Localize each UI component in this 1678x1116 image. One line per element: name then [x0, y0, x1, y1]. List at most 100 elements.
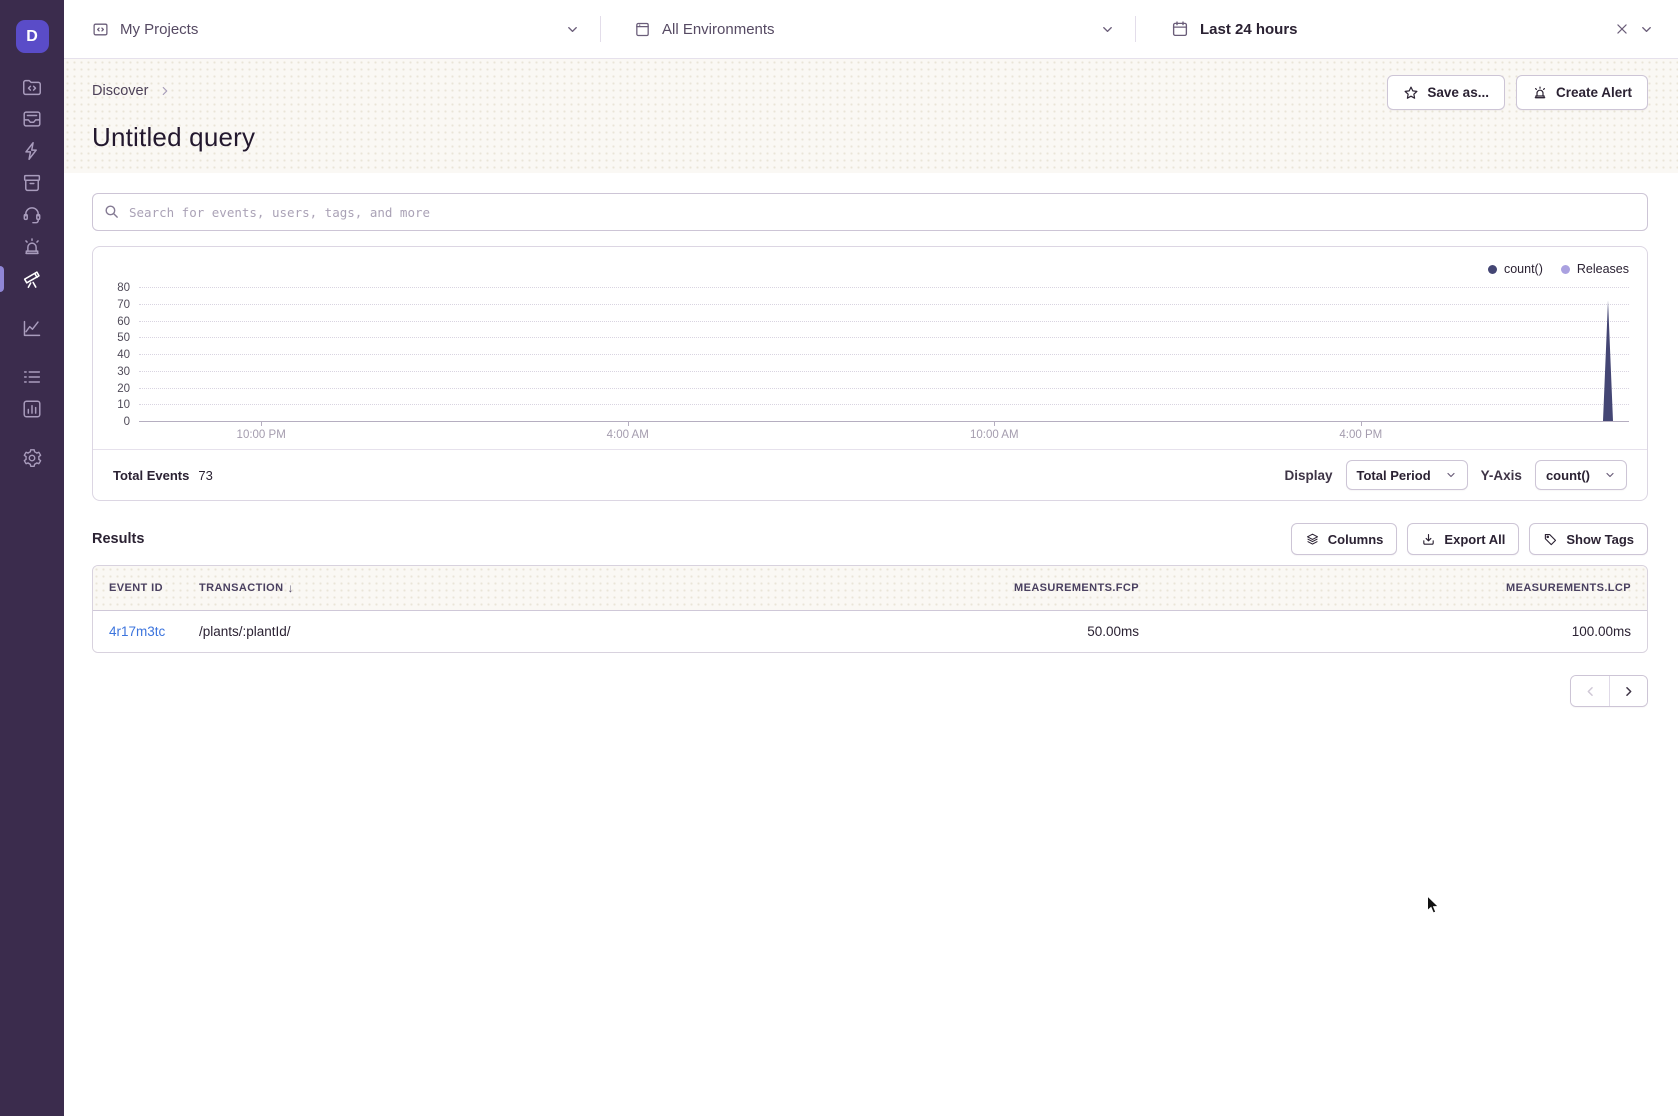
x-tick-label: 10:00 PM [237, 429, 286, 441]
save-as-button[interactable]: Save as... [1387, 75, 1505, 110]
create-alert-button[interactable]: Create Alert [1516, 75, 1648, 110]
gridline-40: 40 [139, 354, 1629, 355]
sidebar-item-dashboards[interactable] [0, 312, 64, 344]
project-filter-label: My Projects [120, 21, 198, 38]
gridline-60: 60 [139, 321, 1629, 322]
chart-footer: Total Events 73 Display Total Period Y-A… [93, 449, 1647, 500]
main-area: My Projects All Environments Last 24 hou… [64, 0, 1678, 1116]
gridline-70: 70 [139, 304, 1629, 305]
yaxis-label: Y-Axis [1481, 468, 1522, 483]
app-window: D [0, 0, 1678, 1116]
date-range-dropdown[interactable]: Last 24 hours [1135, 0, 1678, 58]
y-tick-label: 40 [117, 349, 130, 361]
cell-transaction: /plants/:plantId/ [183, 611, 675, 652]
project-filter-dropdown[interactable]: My Projects [64, 0, 600, 58]
support-icon [21, 204, 43, 226]
show-tags-label: Show Tags [1566, 532, 1634, 547]
column-header-measurements-lcp[interactable]: MEASUREMENTS.LCP [1155, 566, 1647, 610]
sidebar-item-performance[interactable] [0, 135, 64, 167]
environment-filter-dropdown[interactable]: All Environments [600, 0, 1135, 58]
download-icon [1421, 532, 1436, 547]
chart-plot-area[interactable]: 80706050403020100 [139, 287, 1629, 421]
archive-icon [21, 172, 43, 194]
event-id-link[interactable]: 4r17m3tc [109, 624, 165, 639]
yaxis-value: count() [1546, 468, 1590, 483]
total-events-value: 73 [198, 468, 212, 483]
sort-descending-icon: ↓ [287, 581, 293, 595]
page-title: Untitled query [92, 122, 1648, 153]
search-input[interactable] [92, 193, 1648, 231]
gridline-20: 20 [139, 388, 1629, 389]
clear-date-icon[interactable] [1615, 22, 1629, 36]
y-tick-label: 60 [117, 316, 130, 328]
legend-item-count[interactable]: count() [1488, 261, 1543, 277]
org-avatar[interactable]: D [16, 20, 49, 53]
sidebar-item-monitors[interactable] [0, 361, 64, 393]
table-body: 4r17m3tc/plants/:plantId/50.00ms100.00ms [93, 611, 1647, 652]
y-tick-label: 30 [117, 366, 130, 378]
sidebar-item-settings[interactable] [0, 442, 64, 474]
column-header-event-id[interactable]: EVENT ID [93, 566, 183, 610]
gridline-30: 30 [139, 371, 1629, 372]
events-chart-panel: count()Releases 80706050403020100 10:00 … [92, 246, 1648, 501]
columns-button[interactable]: Columns [1291, 523, 1398, 555]
sidebar-item-projects[interactable] [0, 71, 64, 103]
column-header-transaction[interactable]: TRANSACTION↓ [183, 566, 675, 610]
y-tick-label: 80 [117, 282, 130, 294]
page-header: Discover Untitled query Save as... Creat… [64, 59, 1678, 173]
chevron-down-icon [565, 22, 580, 37]
x-tick-label: 4:00 PM [1339, 429, 1382, 441]
siren-icon [1532, 85, 1548, 101]
folder-code-icon [92, 21, 109, 38]
count-series-spike [1595, 287, 1621, 421]
projects-icon [21, 76, 43, 98]
gridline-10: 10 [139, 404, 1629, 405]
display-label: Display [1284, 468, 1332, 483]
x-tick-label: 10:00 AM [970, 429, 1019, 441]
y-tick-label: 0 [124, 416, 130, 428]
sidebar-item-user-feedback[interactable] [0, 199, 64, 231]
legend-dot [1488, 265, 1497, 274]
telescope-icon [21, 268, 43, 290]
legend-label: Releases [1577, 262, 1629, 276]
content: count()Releases 80706050403020100 10:00 … [64, 173, 1678, 1116]
search-icon [103, 203, 120, 220]
next-page-button[interactable] [1609, 676, 1647, 706]
y-tick-label: 20 [117, 383, 130, 395]
cell-measurements-fcp: 50.00ms [675, 611, 1155, 652]
pagination [92, 675, 1648, 707]
yaxis-select[interactable]: count() [1535, 460, 1627, 490]
results-header: Results Columns Export All Show Tags [92, 523, 1648, 555]
display-select[interactable]: Total Period [1346, 460, 1468, 490]
display-value: Total Period [1357, 468, 1431, 483]
window-icon [634, 21, 651, 38]
layers-icon [1305, 532, 1320, 547]
chevron-down-icon [1604, 469, 1616, 481]
calendar-icon [1171, 20, 1189, 38]
legend-item-Releases[interactable]: Releases [1561, 261, 1629, 277]
export-all-label: Export All [1444, 532, 1505, 547]
tag-icon [1543, 532, 1558, 547]
columns-label: Columns [1328, 532, 1384, 547]
total-events-label: Total Events [113, 468, 189, 483]
breadcrumb[interactable]: Discover [92, 83, 148, 99]
create-alert-label: Create Alert [1556, 85, 1632, 100]
lightning-icon [21, 140, 43, 162]
sidebar-item-releases[interactable] [0, 167, 64, 199]
export-all-button[interactable]: Export All [1407, 523, 1519, 555]
siren-icon [21, 236, 43, 258]
chevron-down-icon [1639, 22, 1654, 37]
issues-icon [21, 108, 43, 130]
show-tags-button[interactable]: Show Tags [1529, 523, 1648, 555]
sidebar-item-stats[interactable] [0, 393, 64, 425]
sidebar-item-discover[interactable] [0, 263, 64, 295]
sidebar-item-issues[interactable] [0, 103, 64, 135]
sidebar-item-alerts[interactable] [0, 231, 64, 263]
date-range-label: Last 24 hours [1200, 21, 1298, 38]
cell-event-id: 4r17m3tc [93, 611, 183, 652]
star-icon [1403, 85, 1419, 101]
previous-page-button[interactable] [1571, 676, 1609, 706]
table-row: 4r17m3tc/plants/:plantId/50.00ms100.00ms [93, 611, 1647, 652]
column-header-measurements-fcp[interactable]: MEASUREMENTS.FCP [675, 566, 1155, 610]
table-header-row: EVENT IDTRANSACTION↓MEASUREMENTS.FCPMEAS… [93, 566, 1647, 611]
